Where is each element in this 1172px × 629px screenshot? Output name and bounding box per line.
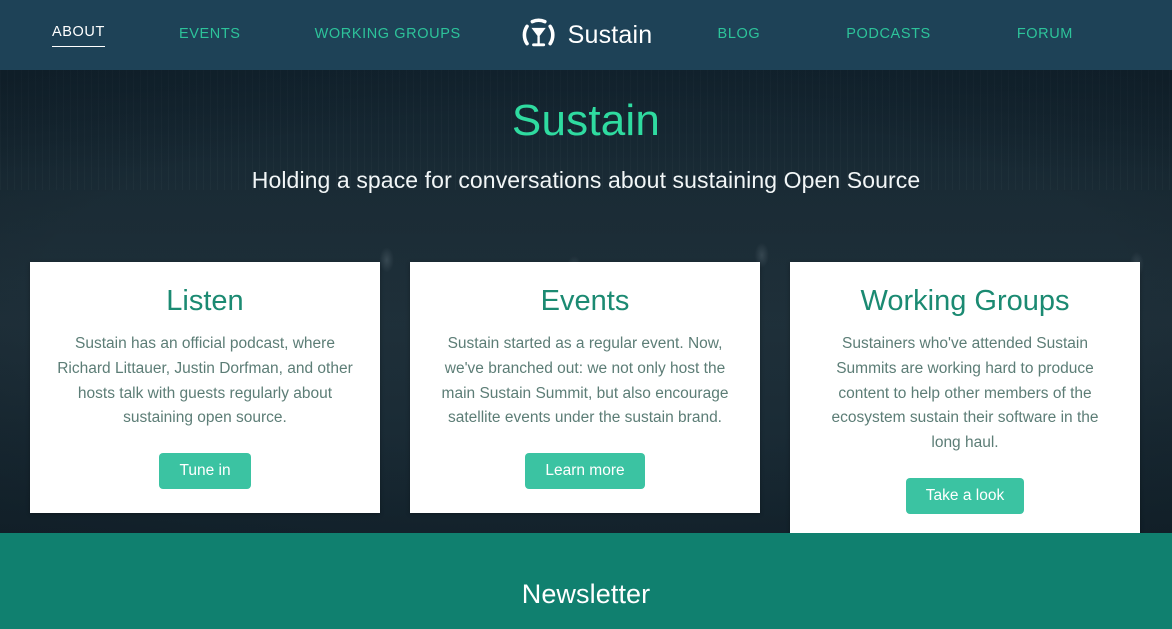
newsletter-section: Newsletter	[0, 533, 1172, 629]
nav-link-events[interactable]: EVENTS	[179, 26, 241, 45]
nav-link-about[interactable]: ABOUT	[52, 24, 105, 47]
feature-card-working-groups: Working Groups Sustainers who've attende…	[790, 262, 1140, 533]
hero-subtitle: Holding a space for conversations about …	[251, 167, 921, 194]
nav-link-podcasts[interactable]: PODCASTS	[846, 26, 931, 45]
tune-in-button[interactable]: Tune in	[159, 452, 251, 489]
learn-more-button[interactable]: Learn more	[525, 452, 645, 489]
main-navigation-bar: ABOUT EVENTS WORKING GROUPS Sustain BLOG…	[0, 0, 1172, 70]
card-title-listen: Listen	[166, 285, 244, 317]
hero-content: Sustain Holding a space for conversation…	[0, 70, 1172, 194]
card-text-events: Sustain started as a regular event. Now,…	[441, 335, 729, 427]
nav-links-right: BLOG PODCASTS FORUM	[718, 26, 1073, 45]
brand-logo-link[interactable]: Sustain	[520, 16, 653, 54]
feature-card-events: Events Sustain started as a regular even…	[410, 262, 760, 513]
nav-link-blog[interactable]: BLOG	[718, 26, 761, 45]
nav-link-forum[interactable]: FORUM	[1017, 26, 1073, 45]
card-title-working-groups: Working Groups	[860, 285, 1070, 317]
card-text-working-groups: Sustainers who've attended Sustain Summi…	[831, 335, 1099, 451]
hero-title: Sustain	[511, 96, 661, 145]
newsletter-title: Newsletter	[521, 579, 651, 609]
card-text-listen: Sustain has an official podcast, where R…	[57, 335, 353, 427]
sustain-chalice-logo-icon	[522, 18, 555, 47]
card-title-events: Events	[540, 285, 630, 317]
nav-links-left: ABOUT EVENTS WORKING GROUPS	[52, 24, 461, 47]
nav-link-working-groups[interactable]: WORKING GROUPS	[315, 26, 461, 45]
feature-cards-row: Listen Sustain has an official podcast, …	[30, 262, 1140, 533]
take-a-look-button[interactable]: Take a look	[905, 477, 1025, 514]
feature-card-listen: Listen Sustain has an official podcast, …	[30, 262, 380, 513]
brand-name-text: Sustain	[567, 20, 653, 49]
hero-section: Sustain Holding a space for conversation…	[0, 70, 1172, 533]
